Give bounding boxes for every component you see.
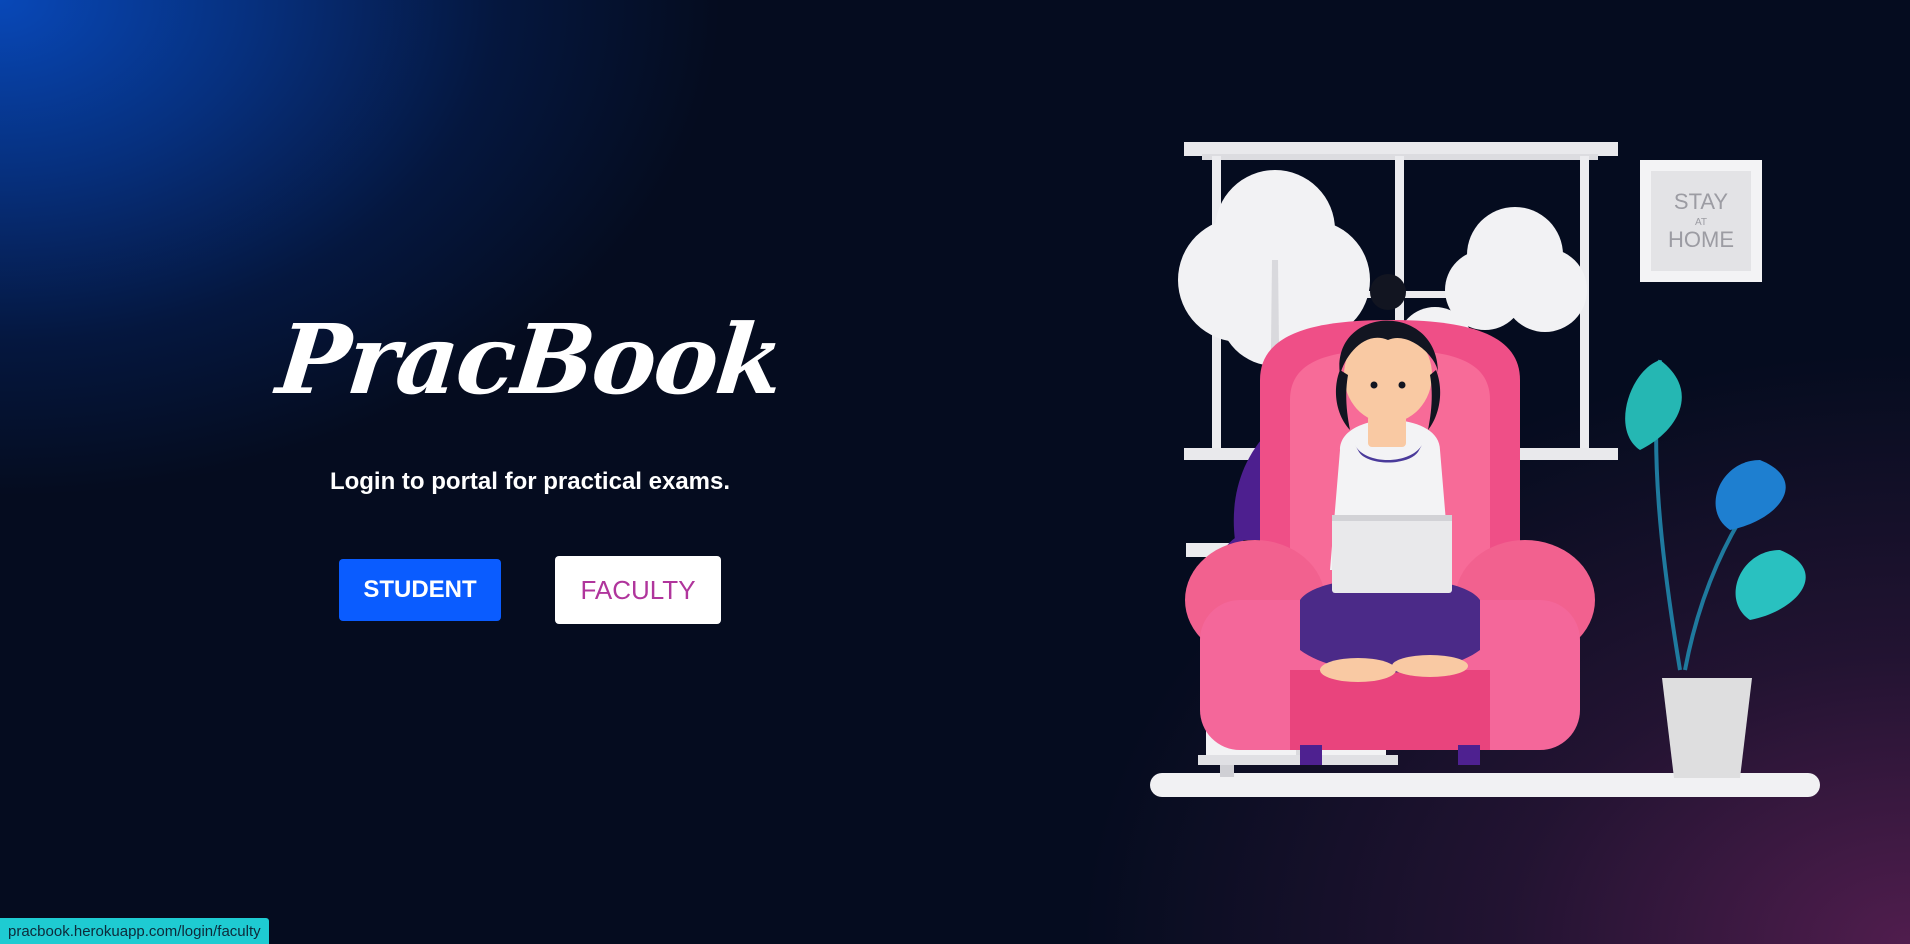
brand-logo: PracBook <box>272 303 788 416</box>
browser-status-url: pracbook.herokuapp.com/login/faculty <box>0 918 269 944</box>
frame-text-home: HOME <box>1668 227 1734 252</box>
person-with-laptop-illustration: STAY AT HOME <box>1150 142 1820 797</box>
tagline: Login to portal for practical exams. <box>329 468 731 495</box>
student-login-button[interactable]: STUDENT <box>339 559 501 621</box>
faculty-login-button[interactable]: FACULTY <box>555 556 721 624</box>
login-button-row: STUDENT FACULTY <box>339 556 721 624</box>
hero-section: PracBook Login to portal for practical e… <box>273 303 788 624</box>
plant-icon <box>1625 359 1806 778</box>
frame-text-stay: STAY <box>1674 189 1729 214</box>
stay-at-home-frame: STAY AT HOME <box>1640 160 1762 282</box>
